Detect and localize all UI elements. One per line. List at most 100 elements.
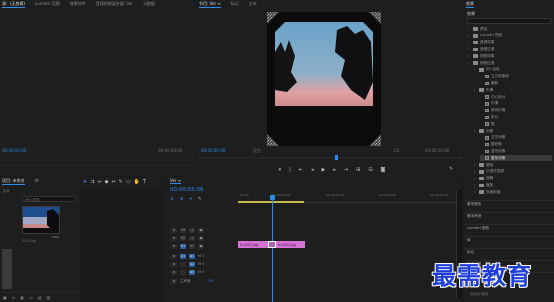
timeline-playhead[interactable]: [272, 195, 273, 302]
source-patch-a1[interactable]: A1: [180, 253, 186, 259]
program-video-frame[interactable]: [267, 12, 381, 146]
panel-section-header[interactable]: 基本图形: [464, 200, 554, 207]
master-volume[interactable]: 0.0: [208, 279, 214, 283]
type-tool-icon[interactable]: T: [143, 179, 146, 185]
lift-icon[interactable]: ⊞: [356, 167, 360, 173]
go-to-out-icon[interactable]: ⇥: [344, 167, 348, 173]
chevron-right-icon[interactable]: ›: [468, 54, 471, 58]
timeline-playhead-head[interactable]: [270, 195, 275, 200]
lock-icon[interactable]: ▣: [3, 295, 7, 300]
eye-icon[interactable]: ◉: [198, 243, 204, 249]
chevron-right-icon[interactable]: ›: [474, 129, 477, 133]
chevron-right-icon[interactable]: ›: [468, 27, 471, 31]
step-back-icon[interactable]: ◂: [311, 167, 314, 173]
effects-tree-item[interactable]: › 视频过渡: [468, 60, 552, 66]
tab-effect-controls[interactable]: 效果控件: [70, 1, 86, 7]
timeline-settings-icon[interactable]: ✎: [198, 197, 202, 202]
chevron-right-icon[interactable]: ›: [468, 61, 471, 65]
ripple-edit-icon[interactable]: ⇔: [97, 179, 101, 185]
effects-tree-item[interactable]: › 页面剥落: [474, 189, 552, 195]
effects-tree-item[interactable]: › 内滑: [474, 87, 552, 93]
slip-tool-icon[interactable]: ↔: [111, 179, 115, 185]
track-select-icon[interactable]: ⇉: [90, 179, 94, 185]
chevron-right-icon[interactable]: ›: [474, 163, 477, 167]
mute-solo-a2[interactable]: M S: [198, 262, 204, 266]
effects-tree-item[interactable]: 带状内滑: [480, 108, 552, 114]
effects-tree-item[interactable]: › 音频效果: [468, 40, 552, 46]
tab-program-2[interactable]: 标记: [231, 1, 239, 7]
tab-program[interactable]: 节目: Ver ≡: [199, 1, 221, 8]
effects-tree-item[interactable]: › 缩放: [474, 182, 552, 188]
export-frame-icon[interactable]: ◙: [381, 167, 386, 173]
effects-tree-item[interactable]: › 3D 运动: [474, 67, 552, 73]
chevron-right-icon[interactable]: ›: [474, 170, 477, 174]
toggle-sync-icon[interactable]: ◫: [189, 227, 195, 233]
go-to-in-icon[interactable]: ⇤: [299, 167, 303, 173]
mute-solo-a1[interactable]: M S: [198, 254, 204, 258]
selection-tool-icon[interactable]: ➤: [83, 179, 87, 185]
snap-icon[interactable]: ⋔: [170, 197, 174, 202]
effects-tree-item[interactable]: 翻转: [480, 80, 552, 86]
mute-solo-a3[interactable]: M S: [198, 270, 204, 274]
quality-dropdown[interactable]: 1/2: [393, 148, 399, 153]
project-search-input[interactable]: (所以效果): [22, 196, 76, 202]
effects-tree-item[interactable]: › 擦除: [474, 162, 552, 168]
tab-metadata[interactable]: 元数据: [143, 1, 155, 7]
settings-wrench-icon[interactable]: ✎: [449, 166, 453, 172]
eye-icon[interactable]: ◉: [198, 227, 204, 233]
panel-section-header[interactable]: 标记: [464, 248, 554, 255]
effects-tree-item[interactable]: › 预设: [468, 26, 552, 32]
effects-tree-item[interactable]: 菱形划像: [480, 155, 552, 162]
lock-track-icon[interactable]: a: [171, 269, 177, 275]
effects-tree-item[interactable]: 盒形划像: [480, 148, 552, 154]
chevron-right-icon[interactable]: ›: [468, 34, 471, 38]
effects-tree-item[interactable]: 拆分: [480, 114, 552, 120]
transition-marker[interactable]: [268, 241, 276, 248]
lock-track-icon[interactable]: a: [171, 253, 177, 259]
program-duration[interactable]: 00:00:10:00: [425, 148, 449, 153]
effects-tree-item[interactable]: 立方体旋转: [480, 74, 552, 80]
lock-track-icon[interactable]: a: [171, 261, 177, 267]
effects-tree-item[interactable]: › 视频效果: [468, 53, 552, 59]
track-label-v3[interactable]: V3: [180, 227, 186, 233]
lock-track-icon[interactable]: a: [171, 235, 177, 241]
tab-libraries[interactable]: 库: [35, 178, 39, 184]
track-label-v2[interactable]: V2: [180, 235, 186, 241]
list-view-icon[interactable]: ≡: [12, 295, 15, 300]
effects-tree-item[interactable]: 推: [480, 121, 552, 127]
effects-search-input[interactable]: [467, 18, 551, 24]
chevron-right-icon[interactable]: ›: [474, 68, 477, 72]
effects-tree-item[interactable]: › Lumetri 预设: [468, 33, 552, 39]
pen-tool-icon[interactable]: ✎: [119, 179, 123, 185]
panel-section-header[interactable]: 库: [464, 236, 554, 243]
timeline-clip-2[interactable]: fx 0002.jpg: [276, 241, 305, 248]
play-icon[interactable]: ▶: [322, 167, 326, 173]
tab-project[interactable]: 项目: 未命名: [2, 178, 25, 185]
program-scrubber[interactable]: [197, 155, 463, 160]
tab-program-3[interactable]: 文本: [249, 1, 257, 7]
chevron-right-icon[interactable]: ›: [474, 177, 477, 181]
eye-icon[interactable]: ◉: [198, 235, 204, 241]
effects-tree-item[interactable]: › 音频过渡: [468, 46, 552, 52]
tab-source[interactable]: 源：(无剪辑): [2, 1, 26, 8]
chevron-right-icon[interactable]: ›: [474, 183, 477, 187]
effects-tree-item[interactable]: › 划像: [474, 128, 552, 134]
lock-track-icon[interactable]: a: [171, 278, 177, 284]
program-timecode[interactable]: 00:00:05:06: [201, 148, 225, 153]
effects-tree-item[interactable]: 圆划像: [480, 142, 552, 148]
project-clip-thumbnail[interactable]: [22, 206, 60, 234]
track-label-a2[interactable]: A2: [189, 261, 195, 267]
track-label-v1[interactable]: V1: [189, 243, 195, 249]
toggle-sync-icon[interactable]: ◫: [189, 235, 195, 241]
hand-tool-icon[interactable]: ✋: [134, 179, 140, 185]
effects-tree-item[interactable]: › 沉浸式视频: [474, 169, 552, 175]
effects-tree-item[interactable]: › 溶解: [474, 176, 552, 182]
source-patch-v1[interactable]: V1: [180, 243, 186, 249]
timeline-timecode[interactable]: 00:00:05:06: [170, 187, 204, 193]
linked-selection-icon[interactable]: ⊗: [180, 197, 184, 202]
add-marker-icon[interactable]: ▾: [190, 197, 192, 202]
chevron-right-icon[interactable]: ›: [468, 41, 471, 45]
effects-tree-item[interactable]: 交叉划像: [480, 135, 552, 141]
tab-audio-mixer[interactable]: 音频剪辑混合器: Ver: [96, 1, 133, 7]
panel-section-header[interactable]: Lumetri 颜色: [464, 224, 554, 231]
